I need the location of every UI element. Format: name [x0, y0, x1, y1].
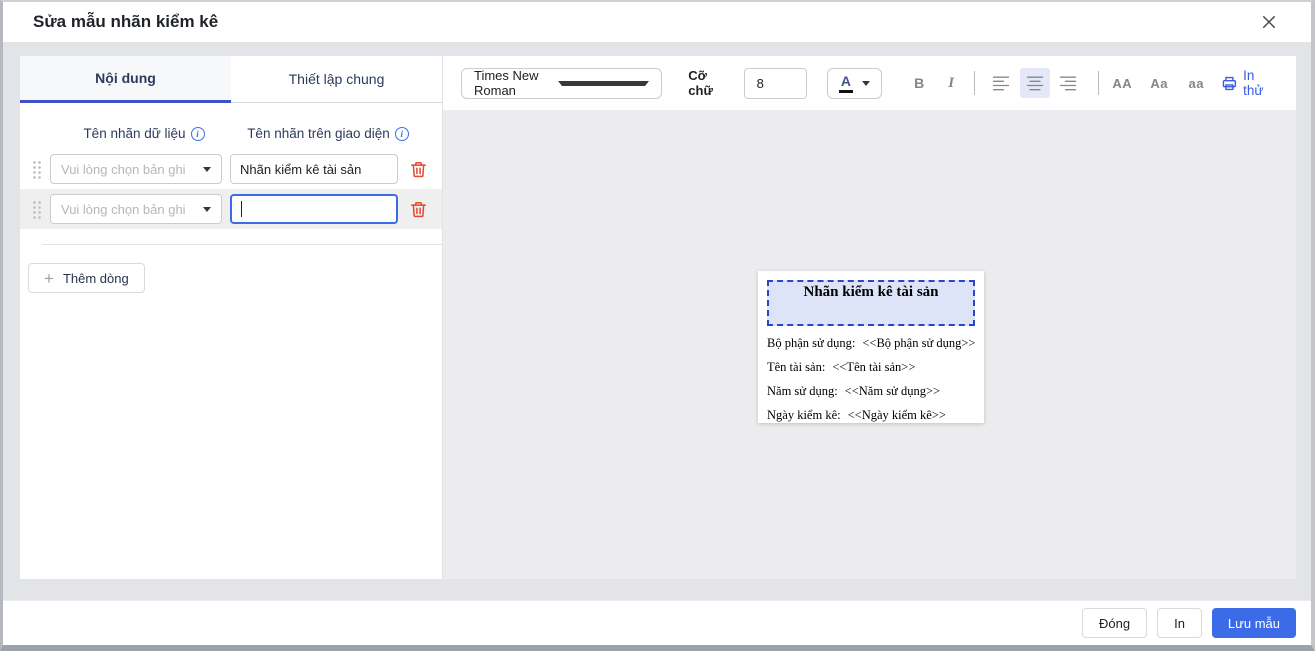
text-cursor — [241, 201, 242, 217]
label-line-value: <<Ngày kiểm kê>> — [848, 408, 946, 423]
tab-noi-dung[interactable]: Nội dung — [20, 56, 231, 103]
tab-thiet-lap-chung[interactable]: Thiết lập chung — [231, 56, 442, 103]
label-line-label: Ngày kiểm kê: — [767, 408, 841, 423]
chevron-down-icon — [203, 207, 211, 212]
info-icon[interactable]: i — [191, 127, 205, 141]
label-preview-canvas: Nhãn kiểm kê tài sản Bộ phận sử dụng: <<… — [443, 110, 1296, 579]
select-placeholder: Vui lòng chọn bản ghi — [61, 202, 203, 217]
label-row-2: Vui lòng chọn bản ghi — [20, 189, 442, 229]
label-line: Tên tài sản: <<Tên tài sản>> — [767, 355, 978, 379]
preview-panel: Times New Roman Cỡ chữ A B I — [443, 56, 1296, 579]
chevron-down-icon — [558, 81, 650, 86]
dialog-body: Nội dung Thiết lập chung Tên nhãn dữ liệ… — [3, 42, 1311, 600]
divider — [42, 244, 442, 245]
edit-label-template-dialog: Sửa mẫu nhãn kiểm kê Nội dung Thiết lập … — [0, 0, 1315, 651]
printer-icon — [1221, 75, 1238, 92]
chevron-down-icon — [203, 167, 211, 172]
font-size-input[interactable] — [744, 68, 807, 99]
print-preview-label: In thử — [1243, 68, 1278, 98]
add-row-label: Thêm dòng — [63, 271, 129, 286]
toolbar-separator — [1098, 71, 1099, 95]
lowercase-button[interactable]: aa — [1184, 68, 1208, 98]
capitalize-button[interactable]: Aa — [1147, 68, 1171, 98]
font-size-label: Cỡ chữ — [688, 68, 734, 98]
dialog-title: Sửa mẫu nhãn kiểm kê — [33, 12, 218, 32]
label-line: Bộ phận sử dụng: <<Bộ phận sử dụng>> — [767, 331, 978, 355]
label-line-label: Bộ phận sử dụng: — [767, 336, 855, 351]
print-button[interactable]: In — [1157, 608, 1202, 638]
dialog-footer: Đóng In Lưu mẫu — [3, 600, 1311, 645]
label-title-box: Nhãn kiểm kê tài sản — [767, 280, 975, 326]
tab-bar: Nội dung Thiết lập chung — [20, 56, 442, 103]
drag-handle-icon[interactable] — [32, 200, 41, 219]
select-placeholder: Vui lòng chọn bản ghi — [61, 162, 203, 177]
font-family-select[interactable]: Times New Roman — [461, 68, 662, 99]
align-right-button[interactable] — [1054, 68, 1084, 98]
data-label-header-text: Tên nhãn dữ liệu — [83, 126, 185, 141]
plus-icon: + — [44, 270, 54, 287]
display-label-input[interactable] — [230, 154, 398, 184]
label-line-value: <<Năm sử dụng>> — [845, 384, 940, 399]
label-line: Năm sử dụng: <<Năm sử dụng>> — [767, 379, 978, 403]
label-lines: Bộ phận sử dụng: <<Bộ phận sử dụng>> Tên… — [767, 331, 978, 427]
label-line-label: Tên tài sản: — [767, 360, 825, 375]
data-label-column-header: Tên nhãn dữ liệu i — [56, 126, 232, 141]
format-toolbar: Times New Roman Cỡ chữ A B I — [443, 56, 1296, 110]
font-family-value: Times New Roman — [474, 68, 558, 98]
display-label-input-focused[interactable] — [230, 194, 398, 224]
dialog-header: Sửa mẫu nhãn kiểm kê — [3, 2, 1311, 42]
align-left-button[interactable] — [986, 68, 1016, 98]
trash-icon[interactable] — [408, 199, 428, 219]
save-template-button[interactable]: Lưu mẫu — [1212, 608, 1296, 638]
bold-button[interactable]: B — [907, 68, 931, 98]
label-row-1: Vui lòng chọn bản ghi — [20, 149, 442, 189]
label-line-value: <<Bộ phận sử dụng>> — [862, 336, 975, 351]
label-preview-card: Nhãn kiểm kê tài sản Bộ phận sử dụng: <<… — [758, 271, 984, 423]
content-panel: Nội dung Thiết lập chung Tên nhãn dữ liệ… — [20, 56, 443, 579]
chevron-down-icon — [862, 81, 870, 86]
print-preview-link[interactable]: In thử — [1221, 68, 1278, 98]
add-row-button[interactable]: + Thêm dòng — [28, 263, 145, 293]
label-line-value: <<Tên tài sản>> — [832, 360, 915, 375]
label-line: Ngày kiểm kê: <<Ngày kiểm kê>> — [767, 403, 978, 427]
label-line-label: Năm sử dụng: — [767, 384, 838, 399]
align-center-button[interactable] — [1020, 68, 1050, 98]
close-icon[interactable] — [1257, 10, 1281, 34]
display-label-header-text: Tên nhãn trên giao diện — [247, 126, 390, 141]
data-label-select[interactable]: Vui lòng chọn bản ghi — [50, 194, 222, 224]
trash-icon[interactable] — [408, 159, 428, 179]
display-label-column-header: Tên nhãn trên giao diện i — [240, 126, 416, 141]
font-color-letter: A — [839, 73, 853, 93]
italic-button[interactable]: I — [939, 68, 963, 98]
drag-handle-icon[interactable] — [32, 160, 41, 179]
data-label-select[interactable]: Vui lòng chọn bản ghi — [50, 154, 222, 184]
info-icon[interactable]: i — [395, 127, 409, 141]
close-button[interactable]: Đóng — [1082, 608, 1147, 638]
column-headers: Tên nhãn dữ liệu i Tên nhãn trên giao di… — [20, 103, 442, 149]
toolbar-separator — [974, 71, 975, 95]
font-color-button[interactable]: A — [827, 68, 882, 99]
uppercase-button[interactable]: AA — [1110, 68, 1134, 98]
